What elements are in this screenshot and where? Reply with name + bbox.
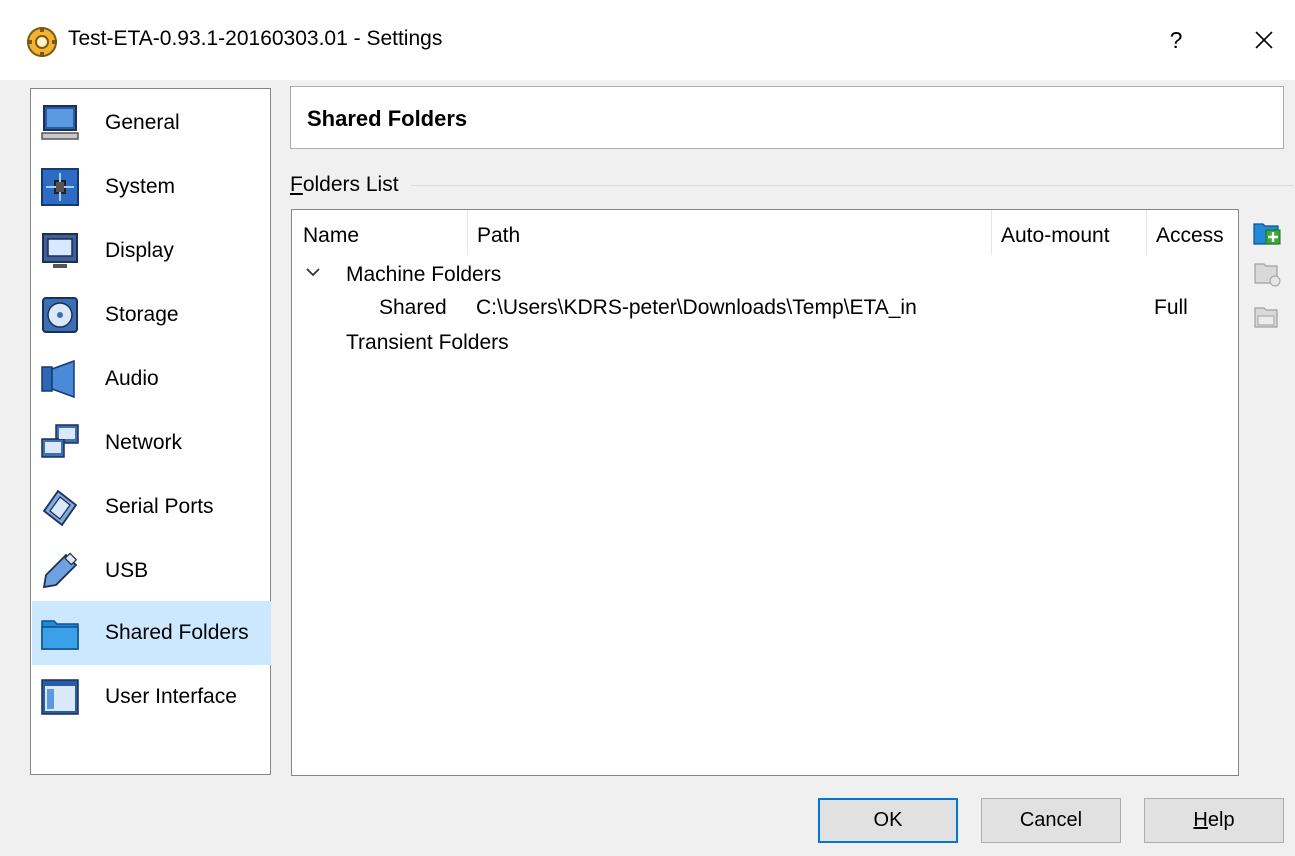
label-rest: elp: [1207, 809, 1235, 831]
close-button[interactable]: [1246, 22, 1282, 58]
edit-folder-icon: [1254, 263, 1281, 287]
chip-icon: [41, 168, 79, 206]
column-header-auto-mount[interactable]: Auto-mount: [1001, 224, 1110, 248]
help-title-button[interactable]: ?: [1158, 22, 1194, 58]
chevron-down-icon[interactable]: [305, 266, 321, 278]
sidebar-item-label: User Interface: [105, 685, 237, 708]
accel-letter: F: [290, 173, 303, 196]
column-header-path[interactable]: Path: [477, 224, 520, 248]
sidebar-item-label: Serial Ports: [105, 495, 214, 518]
remove-folder-icon: [1254, 307, 1278, 328]
disc-icon: [42, 297, 78, 333]
help-button[interactable]: Help: [1144, 798, 1284, 843]
folder-path: C:\Users\KDRS-peter\Downloads\Temp\ETA_i…: [476, 296, 917, 319]
folder-name: Shared: [379, 296, 447, 319]
folders-tree[interactable]: Name Path Auto-mount Access Machine Fold…: [291, 209, 1239, 776]
sidebar-item-display[interactable]: Display: [32, 219, 271, 283]
sidebar-item-user-interface[interactable]: User Interface: [32, 665, 271, 729]
sidebar-item-storage[interactable]: Storage: [32, 283, 271, 347]
display-icon: [42, 233, 78, 268]
sidebar-item-label: General: [105, 111, 180, 134]
sidebar-item-label: Storage: [105, 303, 179, 326]
column-header-name[interactable]: Name: [303, 224, 359, 248]
speaker-icon: [41, 359, 75, 399]
usb-icon: [42, 552, 78, 589]
tree-group-machine[interactable]: Machine Folders: [346, 263, 501, 287]
sidebar-item-label: Audio: [105, 367, 159, 390]
table-row[interactable]: Shared C:\Users\KDRS-peter\Downloads\Tem…: [292, 296, 1238, 326]
sidebar-item-label: System: [105, 175, 176, 198]
sidebar-item-general[interactable]: General: [32, 91, 271, 155]
accel-letter: H: [1193, 809, 1208, 831]
label-rest: olders List: [302, 173, 399, 196]
folder-access: Full: [1154, 296, 1188, 319]
settings-sidebar: General System Display Storage Audio Net…: [30, 88, 271, 775]
page-title: Shared Folders: [307, 106, 468, 131]
sidebar-item-label: USB: [105, 559, 149, 582]
sidebar-item-label: Network: [105, 431, 183, 454]
column-separator[interactable]: [467, 210, 468, 255]
close-icon: [1255, 31, 1273, 49]
window-title: Test-ETA-0.93.1-20160303.01 - Settings: [68, 27, 443, 50]
group-divider: [290, 185, 1294, 186]
sidebar-item-system[interactable]: System: [32, 155, 271, 219]
folder-icon: [41, 620, 79, 650]
virtualbox-gear-icon: [27, 27, 57, 57]
monitor-icon: [41, 105, 79, 140]
sidebar-item-usb[interactable]: USB: [32, 539, 271, 603]
sidebar-item-label: Display: [105, 239, 174, 262]
sidebar-item-audio[interactable]: Audio: [32, 347, 271, 411]
sidebar-item-shared-folders[interactable]: Shared Folders: [32, 601, 271, 665]
cancel-button[interactable]: Cancel: [981, 798, 1121, 843]
window-icon: [41, 679, 79, 715]
ok-button[interactable]: OK: [818, 798, 958, 843]
title-bar: Test-ETA-0.93.1-20160303.01 - Settings ?: [0, 0, 1295, 80]
page-header: Shared Folders: [290, 86, 1284, 149]
network-icon: [41, 424, 79, 458]
add-folder-icon[interactable]: [1252, 218, 1282, 248]
serial-port-icon: [42, 489, 78, 527]
folders-list-label: Folders List: [290, 173, 411, 197]
column-separator[interactable]: [991, 210, 992, 255]
sidebar-item-label: Shared Folders: [105, 621, 249, 644]
column-separator[interactable]: [1146, 210, 1147, 255]
sidebar-item-serial-ports[interactable]: Serial Ports: [32, 475, 271, 539]
column-header-access[interactable]: Access: [1156, 224, 1224, 248]
tree-group-transient[interactable]: Transient Folders: [346, 331, 509, 355]
sidebar-item-network[interactable]: Network: [32, 411, 271, 475]
